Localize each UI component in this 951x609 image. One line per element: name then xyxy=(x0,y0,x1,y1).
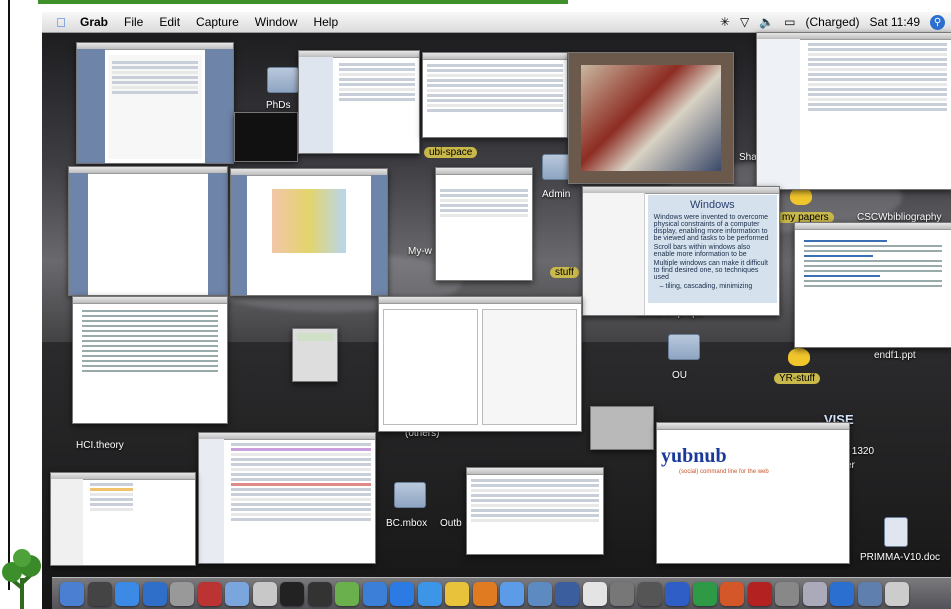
desktop-label-endf1[interactable]: endf1.ppt xyxy=(874,350,916,361)
ical-icon[interactable] xyxy=(582,582,607,606)
desktop-label-sha[interactable]: Sha xyxy=(739,152,757,163)
menu-window[interactable]: Window xyxy=(247,15,306,29)
ie-icon[interactable] xyxy=(390,582,414,606)
window-yubnub-browser[interactable]: yubnub (social) command line for the web xyxy=(656,422,850,564)
window-calculator[interactable] xyxy=(292,328,338,382)
trash-icon[interactable] xyxy=(885,582,909,606)
mail-icon[interactable] xyxy=(142,582,167,606)
slide-title: Windows xyxy=(690,199,735,211)
desktop-label-primma[interactable]: PRIMMA-V10.doc xyxy=(860,552,940,563)
folder-icon[interactable] xyxy=(394,482,426,508)
slide-sub-bullet: – tiling, cascading, minimizing xyxy=(659,283,753,290)
folder-icon[interactable] xyxy=(267,67,299,93)
window-table-doc[interactable] xyxy=(378,296,582,432)
window-powerpoint[interactable]: Windows Windows were invented to overcom… xyxy=(582,186,780,316)
desktop-label-ou[interactable]: OU xyxy=(672,370,687,381)
window-blank-doc[interactable] xyxy=(68,166,228,296)
desktop-label-outb[interactable]: Outb xyxy=(440,518,462,529)
desktop-label-phds[interactable]: PhDs xyxy=(266,100,290,111)
window-web-page[interactable] xyxy=(794,222,951,348)
ichat-icon[interactable] xyxy=(417,582,442,606)
window-file-list-2[interactable] xyxy=(466,467,604,555)
desktop-label-hci-theory[interactable]: HCI.theory xyxy=(76,440,124,451)
desktop-label-my-w[interactable]: My-w xyxy=(408,246,432,257)
slide-pane: Windows Windows were invented to overcom… xyxy=(647,195,777,303)
menu-clock[interactable]: Sat 11:49 xyxy=(870,15,920,29)
window-finder[interactable] xyxy=(298,50,420,154)
window-magazine-doc[interactable] xyxy=(230,168,388,296)
menu-edit[interactable]: Edit xyxy=(151,15,188,29)
bluetooth-icon[interactable]: ✳ xyxy=(720,15,730,29)
printer-icon[interactable] xyxy=(637,582,662,606)
menu-capture[interactable]: Capture xyxy=(188,15,247,29)
powerpoint-icon[interactable] xyxy=(720,582,744,606)
dashboard-icon[interactable] xyxy=(87,582,112,606)
window-video[interactable] xyxy=(234,112,298,162)
desktop-label-yr-stuff[interactable]: YR-stuff xyxy=(774,373,820,384)
grab-icon[interactable] xyxy=(802,582,827,606)
menu-file[interactable]: File xyxy=(116,15,151,29)
window-spreadsheet[interactable] xyxy=(756,32,951,190)
calculator-icon[interactable] xyxy=(170,582,194,606)
window-thumbnail[interactable] xyxy=(590,406,654,450)
iconnect-icon[interactable] xyxy=(362,582,387,606)
terminal-icon[interactable] xyxy=(280,582,304,606)
left-border-line xyxy=(8,0,10,590)
wmv-icon[interactable] xyxy=(335,582,359,606)
sysprefs-icon[interactable] xyxy=(775,582,799,606)
acrobat-icon[interactable] xyxy=(747,582,772,606)
dictionary-icon[interactable] xyxy=(197,582,222,606)
excel-icon[interactable] xyxy=(692,582,717,606)
desktop-label-admin[interactable]: Admin xyxy=(542,189,570,200)
network-icon[interactable] xyxy=(610,582,634,606)
slide-bullet: Multiple windows can make it difficult t… xyxy=(653,260,768,281)
volume-icon[interactable]: 🔈 xyxy=(759,15,774,29)
quicktime-icon[interactable] xyxy=(830,582,854,606)
apple-menu-icon[interactable]:  xyxy=(50,15,72,30)
iphoto-icon[interactable] xyxy=(527,582,552,606)
tree-clipart xyxy=(2,549,41,609)
window-dialog[interactable] xyxy=(435,167,533,281)
downloads-icon[interactable] xyxy=(225,582,249,606)
slide-bullet: Scroll bars within windows also enable m… xyxy=(653,244,751,258)
window-word-doc[interactable] xyxy=(76,42,234,164)
window-text-doc[interactable] xyxy=(72,296,228,424)
safari-icon[interactable] xyxy=(115,582,139,606)
text-icon[interactable] xyxy=(445,582,469,606)
window-mail-list[interactable] xyxy=(198,432,376,564)
applications-icon[interactable] xyxy=(857,582,882,606)
desktop-label-stuff[interactable]: stuff xyxy=(550,267,579,278)
spotlight-icon[interactable]: ⚲ xyxy=(930,14,945,30)
itunes-icon[interactable] xyxy=(500,582,524,606)
ibook-icon[interactable] xyxy=(472,582,497,606)
window-file-list[interactable] xyxy=(422,52,568,138)
desktop-icon[interactable] xyxy=(307,582,332,606)
folder-icon[interactable] xyxy=(668,334,700,360)
document-icon[interactable] xyxy=(884,517,908,547)
desktop-label-bc-mbox[interactable]: BC.mbox xyxy=(386,518,427,529)
battery-icon[interactable]: ▭ xyxy=(784,15,795,29)
menu-extras: ✳ ▽ 🔈 ▭ (Charged) Sat 11:49 ⚲ xyxy=(720,12,945,32)
word-icon[interactable] xyxy=(665,582,689,606)
menu-bar:  Grab File Edit Capture Window Help ✳ ▽… xyxy=(42,12,951,33)
battery-status[interactable]: (Charged) xyxy=(805,15,859,29)
window-painting[interactable] xyxy=(568,52,734,184)
mac-desktop:  Grab File Edit Capture Window Help ✳ ▽… xyxy=(42,12,951,609)
wifi-icon[interactable]: ▽ xyxy=(740,15,749,29)
duck-icon[interactable] xyxy=(788,348,810,366)
preview-icon[interactable] xyxy=(252,582,277,606)
desktop-label-ubi-space[interactable]: ubi-space xyxy=(424,147,478,158)
menu-app-grab[interactable]: Grab xyxy=(72,15,116,29)
menu-help[interactable]: Help xyxy=(305,15,346,29)
top-green-bar xyxy=(38,0,568,4)
imovie-icon[interactable] xyxy=(555,582,579,606)
yubnub-logo[interactable]: yubnub xyxy=(661,445,727,468)
yubnub-tagline: (social) command line for the web xyxy=(679,469,769,475)
finder-icon[interactable] xyxy=(60,582,84,606)
slide-bullet: Windows were invented to overcome physic… xyxy=(653,214,769,242)
window-mail-small[interactable] xyxy=(50,472,196,566)
screenshot-frame:  Grab File Edit Capture Window Help ✳ ▽… xyxy=(0,0,951,609)
